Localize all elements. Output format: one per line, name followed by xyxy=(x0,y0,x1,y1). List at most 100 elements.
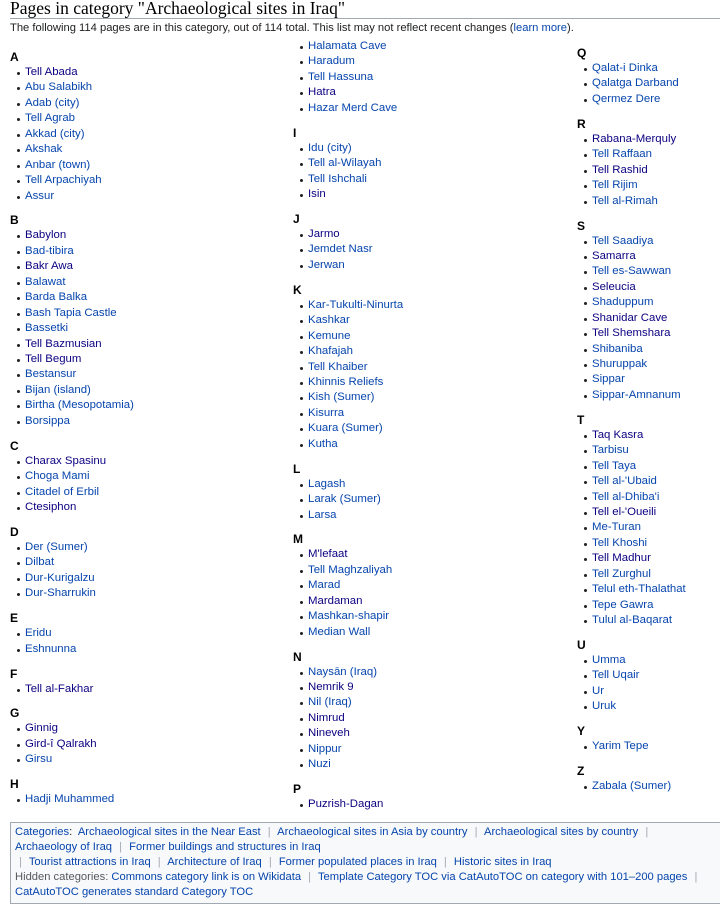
category-link[interactable]: Tourist attractions in Iraq xyxy=(29,856,151,868)
page-link[interactable]: Qalatga Darband xyxy=(592,77,679,89)
page-link[interactable]: Tell Khoshi xyxy=(592,537,647,549)
page-link[interactable]: Nil (Iraq) xyxy=(308,696,352,708)
page-link[interactable]: Tell Ishchali xyxy=(308,173,367,185)
page-link[interactable]: Dilbat xyxy=(25,556,54,568)
page-link[interactable]: Bakr Awa xyxy=(25,260,73,272)
page-link[interactable]: Umma xyxy=(592,654,626,666)
page-link[interactable]: Bad-tibira xyxy=(25,245,74,257)
page-link[interactable]: Tell Khaiber xyxy=(308,361,368,373)
page-link[interactable]: Hadji Muhammed xyxy=(25,793,114,805)
page-link[interactable]: Tell al-Wilayah xyxy=(308,157,381,169)
page-link[interactable]: Qermez Dere xyxy=(592,93,660,105)
page-link[interactable]: Zabala (Sumer) xyxy=(592,780,671,792)
page-link[interactable]: Kashkar xyxy=(308,314,350,326)
page-link[interactable]: Khinnis Reliefs xyxy=(308,376,383,388)
page-link[interactable]: Qalat-i Dinka xyxy=(592,62,658,74)
page-link[interactable]: Naysān (Iraq) xyxy=(308,666,377,678)
category-link[interactable]: CatAutoTOC generates standard Category T… xyxy=(15,886,253,898)
categories-label-link[interactable]: Categories xyxy=(15,826,69,838)
page-link[interactable]: Nippur xyxy=(308,743,342,755)
page-link[interactable]: Mardaman xyxy=(308,595,362,607)
page-link[interactable]: Tell Hassuna xyxy=(308,71,373,83)
page-link[interactable]: Hazar Merd Cave xyxy=(308,102,397,114)
page-link[interactable]: Ginnig xyxy=(25,722,58,734)
page-link[interactable]: Telul eth-Thalathat xyxy=(592,583,686,595)
category-link[interactable]: Historic sites in Iraq xyxy=(454,856,552,868)
page-link[interactable]: Shibaniba xyxy=(592,343,643,355)
page-link[interactable]: Charax Spasinu xyxy=(25,455,106,467)
page-link[interactable]: Kemune xyxy=(308,330,350,342)
page-link[interactable]: Mashkan-shapir xyxy=(308,610,389,622)
page-link[interactable]: Akkad (city) xyxy=(25,128,85,140)
page-link[interactable]: Samarra xyxy=(592,250,636,262)
page-link[interactable]: Seleucia xyxy=(592,281,636,293)
page-link[interactable]: Abu Salabikh xyxy=(25,81,92,93)
page-link[interactable]: Assur xyxy=(25,190,54,202)
page-link[interactable]: Kar-Tukulti-Ninurta xyxy=(308,299,403,311)
page-link[interactable]: Dur-Kurigalzu xyxy=(25,572,95,584)
page-link[interactable]: Borsippa xyxy=(25,415,70,427)
page-link[interactable]: Tell Rashid xyxy=(592,164,648,176)
page-link[interactable]: Tell es-Sawwan xyxy=(592,265,671,277)
page-link[interactable]: Rabana-Merquly xyxy=(592,133,676,145)
page-link[interactable]: Gird-î Qalrakh xyxy=(25,738,97,750)
page-link[interactable]: Balawat xyxy=(25,276,66,288)
page-link[interactable]: Nuzi xyxy=(308,758,331,770)
page-link[interactable]: Ctesiphon xyxy=(25,501,76,513)
page-link[interactable]: Tell al-Fakhar xyxy=(25,683,93,695)
page-link[interactable]: Shuruppak xyxy=(592,358,647,370)
page-link[interactable]: Marad xyxy=(308,579,340,591)
page-link[interactable]: Tell Arpachiyah xyxy=(25,174,102,186)
page-link[interactable]: Eshnunna xyxy=(25,643,76,655)
page-link[interactable]: Tell Begum xyxy=(25,353,81,365)
category-link[interactable]: Architecture of Iraq xyxy=(167,856,262,868)
page-link[interactable]: Bassetki xyxy=(25,322,68,334)
page-link[interactable]: Der (Sumer) xyxy=(25,541,88,553)
page-link[interactable]: Kisurra xyxy=(308,407,344,419)
page-link[interactable]: Me-Turan xyxy=(592,521,641,533)
page-link[interactable]: Kish (Sumer) xyxy=(308,391,374,403)
page-link[interactable]: Larak (Sumer) xyxy=(308,493,381,505)
page-link[interactable]: Tell al-Dhiba'i xyxy=(592,491,659,503)
page-link[interactable]: Puzrish-Dagan xyxy=(308,798,383,810)
page-link[interactable]: Yarim Tepe xyxy=(592,740,649,752)
page-link[interactable]: Jemdet Nasr xyxy=(308,243,373,255)
page-link[interactable]: Hatra xyxy=(308,86,336,98)
page-link[interactable]: Jerwan xyxy=(308,259,345,271)
page-link[interactable]: Haradum xyxy=(308,55,355,67)
page-link[interactable]: Tell Abada xyxy=(25,66,78,78)
category-link[interactable]: Commons category link is on Wikidata xyxy=(111,871,301,883)
page-link[interactable]: Girsu xyxy=(25,753,52,765)
page-link[interactable]: Tell al-'Ubaid xyxy=(592,475,657,487)
page-link[interactable]: Tell Shemshara xyxy=(592,327,671,339)
page-link[interactable]: Tell Taya xyxy=(592,460,636,472)
page-link[interactable]: Tell Saadiya xyxy=(592,235,653,247)
page-link[interactable]: Adab (city) xyxy=(25,97,79,109)
page-link[interactable]: Tell Raffaan xyxy=(592,148,652,160)
page-link[interactable]: Bestansur xyxy=(25,368,76,380)
page-link[interactable]: Tell Maghzaliyah xyxy=(308,564,392,576)
page-link[interactable]: Citadel of Erbil xyxy=(25,486,99,498)
page-link[interactable]: Bash Tapia Castle xyxy=(25,307,117,319)
page-link[interactable]: Kutha xyxy=(308,438,338,450)
page-link[interactable]: Tarbisu xyxy=(592,444,629,456)
page-link[interactable]: Shanidar Cave xyxy=(592,312,667,324)
page-link[interactable]: Tell al-Rimah xyxy=(592,195,658,207)
page-link[interactable]: Khafajah xyxy=(308,345,353,357)
category-link[interactable]: Archaeological sites in the Near East xyxy=(78,826,261,838)
page-link[interactable]: M'lefaat xyxy=(308,548,348,560)
page-link[interactable]: Sippar-Amnanum xyxy=(592,389,681,401)
page-link[interactable]: Tell Agrab xyxy=(25,112,75,124)
page-link[interactable]: Barda Balka xyxy=(25,291,87,303)
page-link[interactable]: Eridu xyxy=(25,627,52,639)
page-link[interactable]: Halamata Cave xyxy=(308,40,387,52)
page-link[interactable]: Tell Bazmusian xyxy=(25,338,102,350)
page-link[interactable]: Shaduppum xyxy=(592,296,653,308)
page-link[interactable]: Uruk xyxy=(592,700,616,712)
page-link[interactable]: Tulul al-Baqarat xyxy=(592,614,672,626)
page-link[interactable]: Nineveh xyxy=(308,727,350,739)
page-link[interactable]: Dur-Sharrukin xyxy=(25,587,96,599)
category-link[interactable]: Archaeology of Iraq xyxy=(15,841,112,853)
page-link[interactable]: Bijan (island) xyxy=(25,384,91,396)
page-link[interactable]: Lagash xyxy=(308,478,345,490)
